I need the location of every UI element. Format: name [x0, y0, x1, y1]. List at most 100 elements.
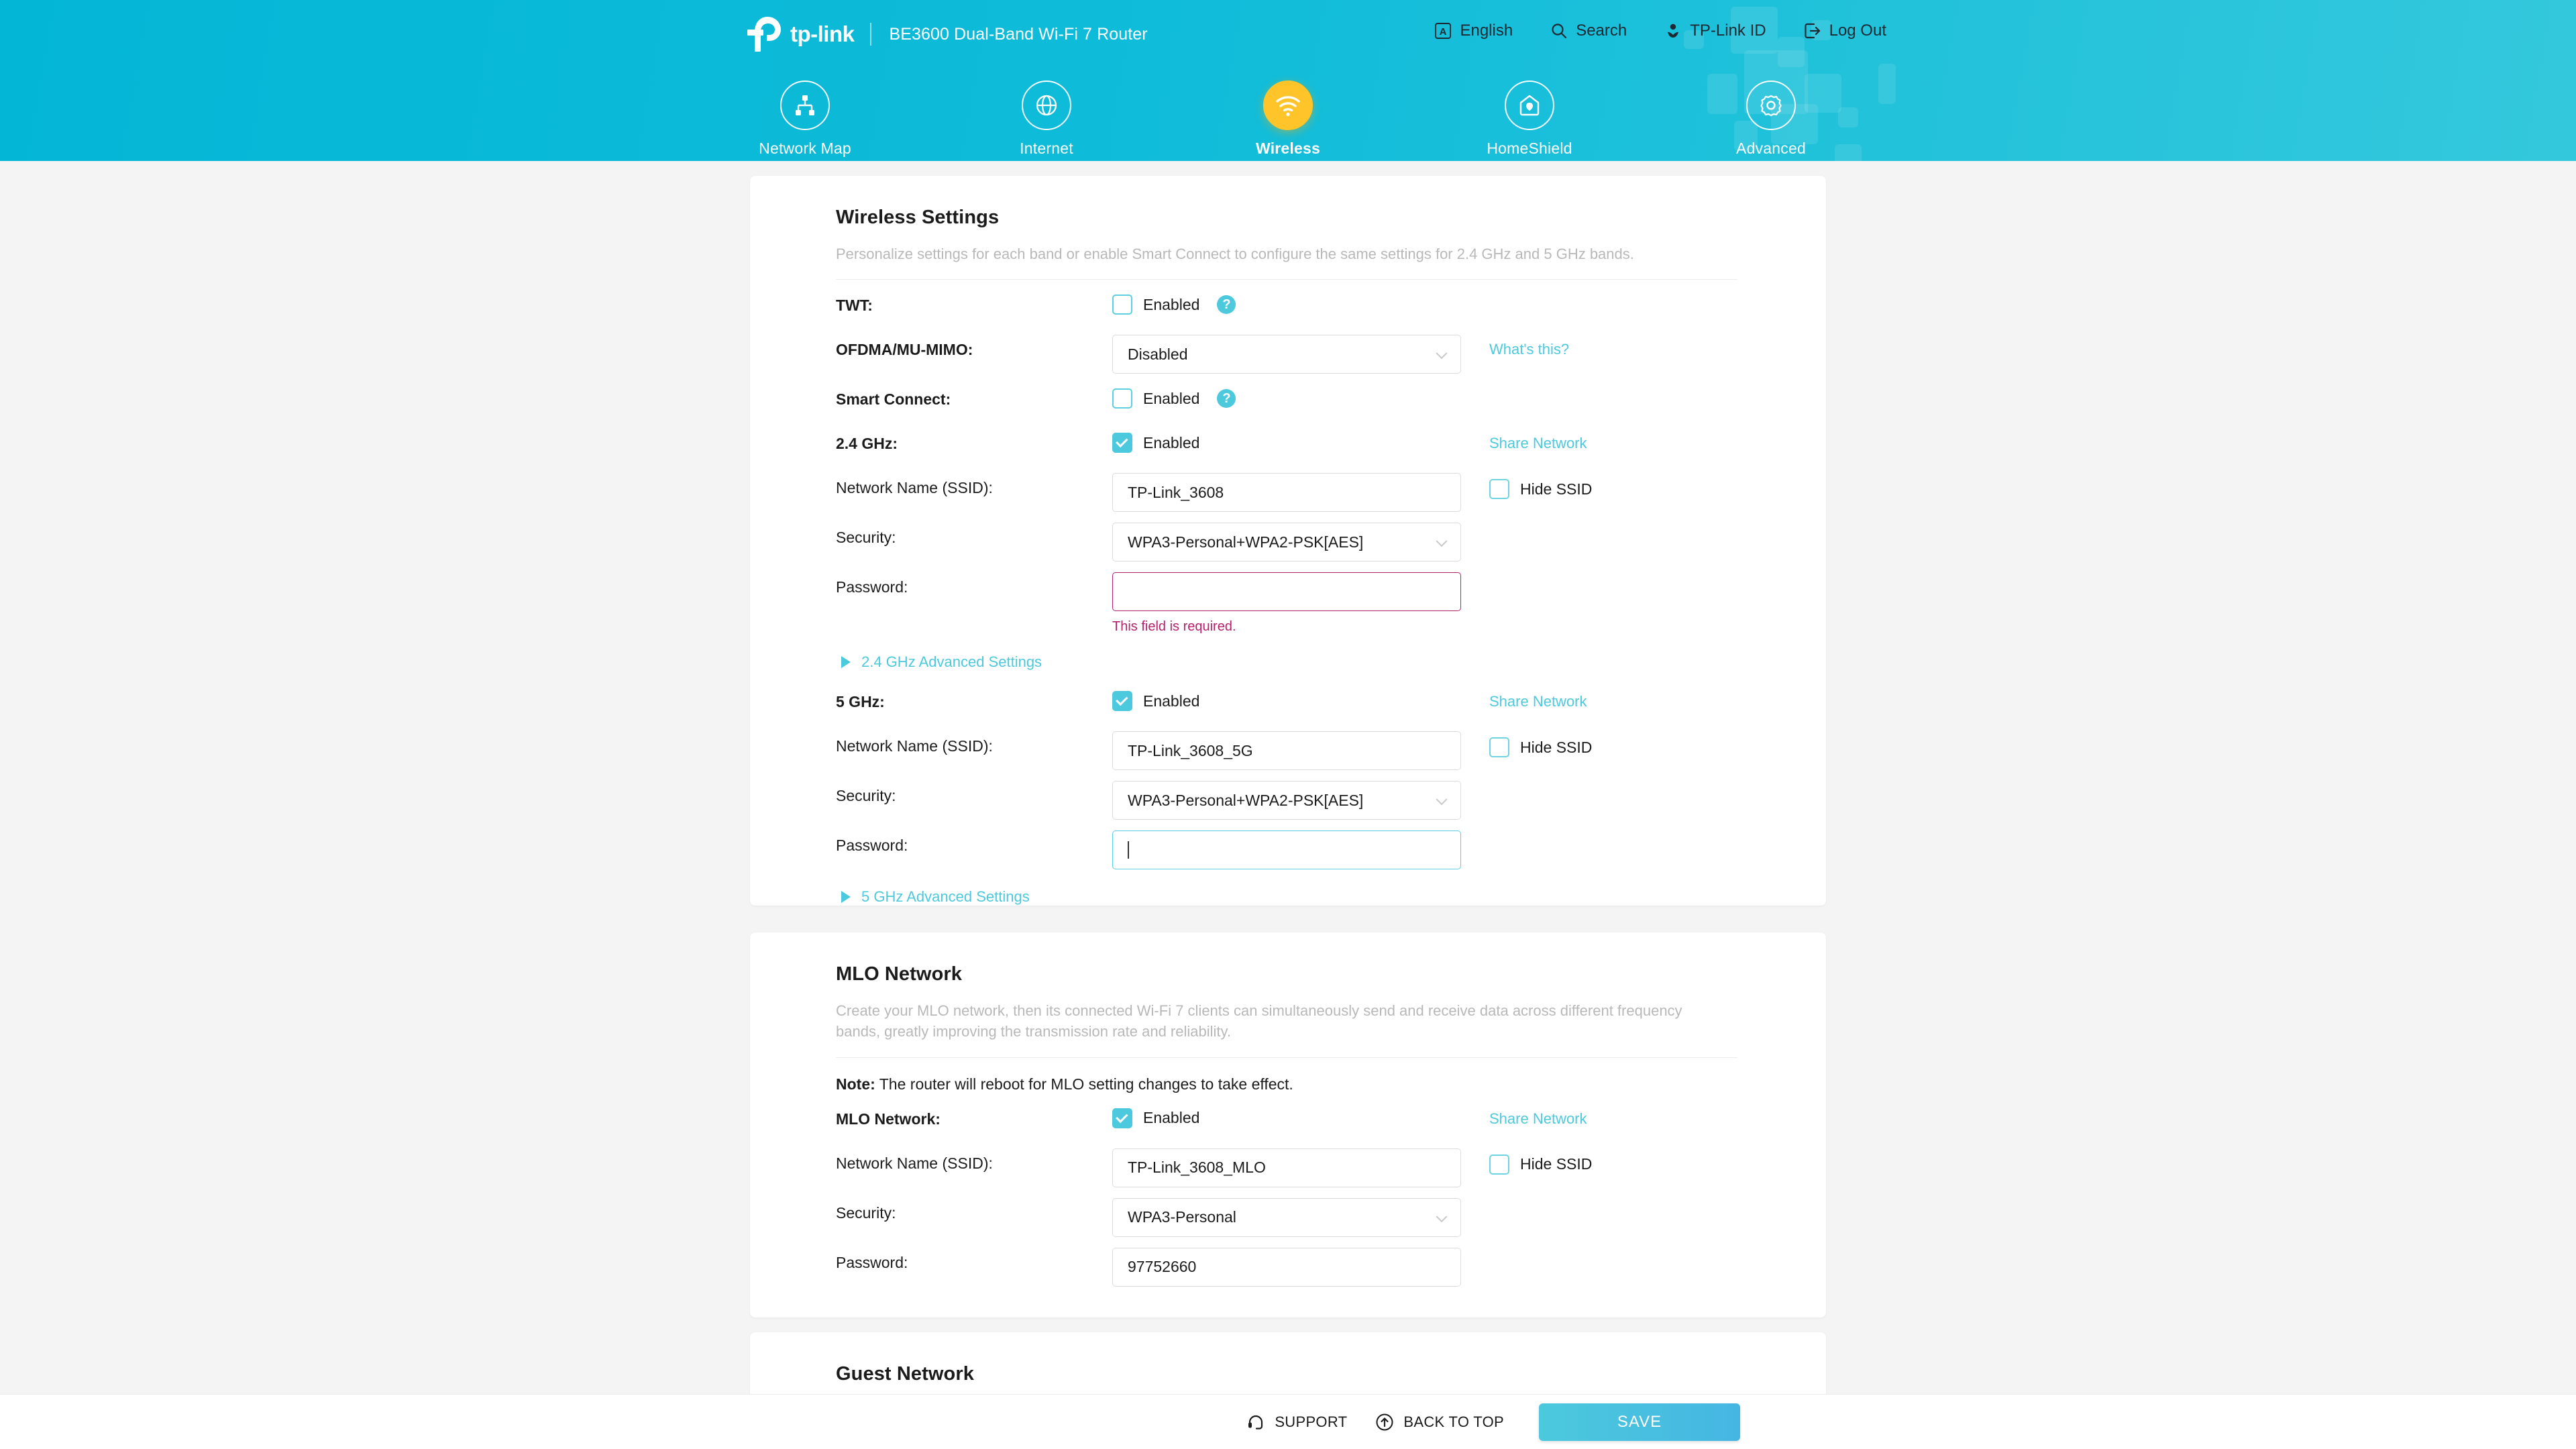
band-24-ssid-label: Network Name (SSID):	[836, 479, 993, 497]
band-5-label: 5 GHz:	[836, 693, 885, 711]
band-24-password-error: This field is required.	[1112, 619, 1236, 635]
smart-connect-label: Smart Connect:	[836, 390, 951, 409]
mlo-checkbox[interactable]	[1112, 1108, 1132, 1128]
wireless-description: Personalize settings for each band or en…	[836, 246, 1634, 262]
brand-logo[interactable]: tp-link BE3600 Dual-Band Wi-Fi 7 Router	[745, 15, 1148, 54]
nav-label: Network Map	[759, 140, 851, 157]
back-to-top-button[interactable]: BACK TO TOP	[1375, 1413, 1504, 1432]
band-5-password-input[interactable]	[1112, 830, 1461, 870]
band-24-security-select[interactable]: WPA3-Personal+WPA2-PSK[AES]	[1112, 523, 1461, 562]
chevron-down-icon	[1436, 347, 1448, 360]
search-icon	[1552, 23, 1567, 39]
nav-label: Advanced	[1736, 140, 1806, 157]
nav-icon-wrap	[1746, 80, 1796, 130]
brand-wordmark: tp-link	[790, 21, 855, 46]
home-shield-icon	[1519, 95, 1540, 116]
page-title: Wireless Settings	[836, 207, 1000, 228]
app-header: tp-link BE3600 Dual-Band Wi-Fi 7 Router …	[0, 0, 2576, 161]
support-button[interactable]: SUPPORT	[1246, 1413, 1347, 1432]
band-24-advanced-settings-link[interactable]: 2.4 GHz Advanced Settings	[841, 653, 1740, 671]
band-24-hide-ssid-checkbox[interactable]	[1489, 479, 1509, 500]
language-label: English	[1460, 21, 1513, 40]
band-5-checkbox[interactable]	[1112, 691, 1132, 712]
mlo-password-input[interactable]: 97752660	[1112, 1247, 1461, 1287]
nav-item-advanced[interactable]: Advanced	[1687, 80, 1855, 158]
account-icon	[1668, 23, 1679, 38]
band-5-ssid-input[interactable]: TP-Link_3608_5G	[1112, 731, 1461, 771]
smart-connect-checkbox[interactable]	[1112, 388, 1132, 409]
band-24-enable-row: 2.4 GHz: Enabled Share Network	[836, 418, 1740, 462]
tp-link-id-button[interactable]: TP-Link ID	[1664, 21, 1766, 40]
ofdma-select[interactable]: Disabled	[1112, 335, 1461, 374]
band-5-security-value: WPA3-Personal+WPA2-PSK[AES]	[1128, 791, 1364, 809]
chevron-down-icon	[1436, 794, 1448, 806]
language-icon: A	[1435, 23, 1452, 39]
page-body: Wireless Settings Personalize settings f…	[0, 161, 2576, 1449]
band-24-ssid-value: TP-Link_3608	[1128, 483, 1224, 501]
band-5-share-network-link[interactable]: Share Network	[1489, 693, 1587, 710]
band-24-password-input[interactable]	[1112, 572, 1461, 612]
mlo-note: Note: The router will reboot for MLO set…	[836, 1058, 1740, 1093]
band-5-advanced-settings-link[interactable]: 5 GHz Advanced Settings	[841, 888, 1740, 906]
band-24-checkbox[interactable]	[1112, 433, 1132, 453]
mlo-label: MLO Network:	[836, 1110, 941, 1128]
band-5-ssid-value: TP-Link_3608_5G	[1128, 741, 1253, 759]
mlo-password-value: 97752660	[1128, 1258, 1197, 1276]
main-nav: Network Map Internet Wireless HomeShield…	[0, 72, 2576, 158]
band-24-security-value: WPA3-Personal+WPA2-PSK[AES]	[1128, 533, 1364, 551]
mlo-ssid-value: TP-Link_3608_MLO	[1128, 1159, 1266, 1177]
mlo-security-select[interactable]: WPA3-Personal	[1112, 1197, 1461, 1237]
mlo-network-card: MLO Network Create your MLO network, the…	[750, 932, 1826, 1318]
band-5-hide-ssid-checkbox[interactable]	[1489, 737, 1509, 758]
mlo-hide-ssid-label: Hide SSID	[1520, 1155, 1593, 1173]
band-24-ssid-input[interactable]: TP-Link_3608	[1112, 473, 1461, 513]
mlo-security-row: Security: WPA3-Personal	[836, 1187, 1740, 1237]
nav-item-network-map[interactable]: Network Map	[721, 80, 889, 158]
mlo-share-network-link[interactable]: Share Network	[1489, 1110, 1587, 1128]
mlo-ssid-input[interactable]: TP-Link_3608_MLO	[1112, 1148, 1461, 1187]
band-5-security-select[interactable]: WPA3-Personal+WPA2-PSK[AES]	[1112, 781, 1461, 820]
ofdma-value: Disabled	[1128, 345, 1188, 363]
brand-divider	[870, 23, 872, 46]
band-5-advanced-settings-label: 5 GHz Advanced Settings	[861, 888, 1030, 906]
log-out-button[interactable]: Log Out	[1804, 21, 1886, 40]
tp-link-id-label: TP-Link ID	[1690, 21, 1766, 40]
nav-icon-wrap	[780, 80, 830, 130]
twt-help-icon[interactable]: ?	[1217, 295, 1236, 315]
smart-connect-help-icon[interactable]: ?	[1217, 389, 1236, 409]
smart-connect-row: Smart Connect: Enabled ?	[836, 374, 1740, 418]
header-actions: A English Search TP-Link ID Log Out	[1434, 21, 1886, 40]
band-24-security-label: Security:	[836, 529, 896, 547]
globe-icon	[1036, 95, 1057, 116]
twt-checkbox-label: Enabled	[1143, 295, 1200, 313]
nav-item-wireless[interactable]: Wireless	[1204, 80, 1372, 158]
mlo-note-prefix: Note:	[836, 1075, 875, 1093]
whats-this-link[interactable]: What's this?	[1489, 341, 1569, 358]
band-24-share-network-link[interactable]: Share Network	[1489, 435, 1587, 452]
save-button[interactable]: SAVE	[1539, 1403, 1740, 1441]
network-map-icon	[796, 95, 814, 115]
text-cursor	[1128, 841, 1129, 859]
band-24-advanced-settings-label: 2.4 GHz Advanced Settings	[861, 653, 1042, 671]
ofdma-label: OFDMA/MU-MIMO:	[836, 341, 973, 359]
mlo-password-label: Password:	[836, 1253, 908, 1271]
wireless-settings-card: Wireless Settings Personalize settings f…	[750, 176, 1826, 906]
mlo-hide-ssid-checkbox[interactable]	[1489, 1154, 1509, 1175]
twt-label: TWT:	[836, 297, 873, 315]
mlo-password-row: Password: 97752660	[836, 1237, 1740, 1318]
ofdma-row: OFDMA/MU-MIMO: Disabled What's this?	[836, 324, 1740, 374]
twt-checkbox[interactable]	[1112, 294, 1132, 315]
nav-item-internet[interactable]: Internet	[963, 80, 1130, 158]
search-button[interactable]: Search	[1550, 21, 1627, 40]
nav-icon-wrap	[1505, 80, 1554, 130]
gear-icon	[1760, 95, 1782, 117]
band-24-password-row: Password: This field is required.	[836, 561, 1740, 635]
headset-icon	[1248, 1415, 1263, 1430]
nav-label: Internet	[1020, 140, 1073, 157]
band-24-hide-ssid-label: Hide SSID	[1520, 480, 1593, 498]
mlo-security-value: WPA3-Personal	[1128, 1208, 1236, 1226]
language-button[interactable]: A English	[1434, 21, 1513, 40]
mlo-enable-row: MLO Network: Enabled Share Network	[836, 1093, 1740, 1138]
band-24-security-row: Security: WPA3-Personal+WPA2-PSK[AES]	[836, 512, 1740, 562]
nav-item-homeshield[interactable]: HomeShield	[1446, 80, 1613, 158]
